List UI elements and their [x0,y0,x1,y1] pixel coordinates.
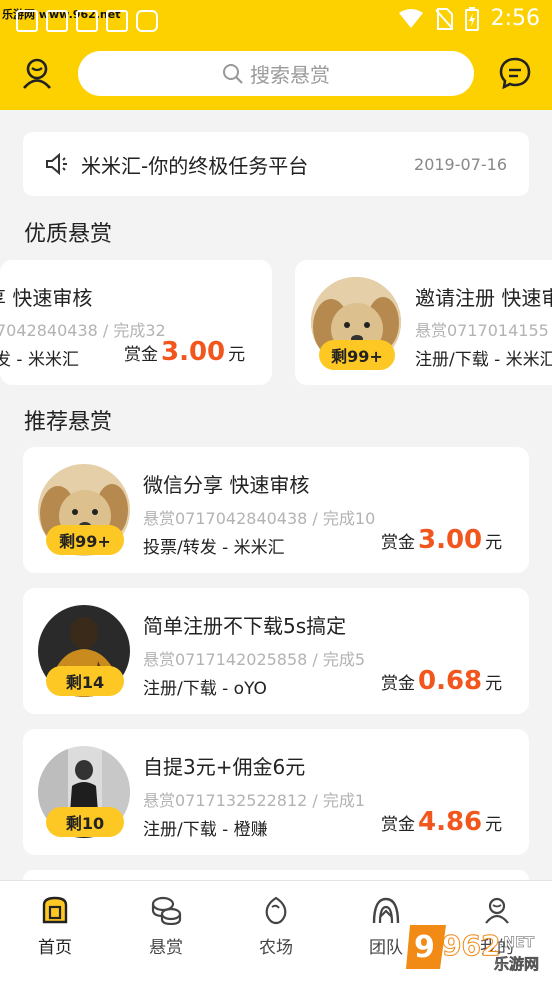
search-input[interactable]: 搜索悬赏 [78,51,474,96]
reward-label: 赏金 [124,345,158,365]
reward-label: 赏金 [381,533,415,553]
reward: 赏金 4.86 元 [381,807,502,837]
task-category: 注册/下载 - oYO [143,679,267,699]
featured-card[interactable]: 享 快速审核 7042840438 / 完成32 发 - 米米汇 赏金 3.00… [0,260,272,385]
notification-icon [76,10,98,32]
task-id: 悬赏0717014155 [415,321,549,340]
svg-text:9: 9 [414,930,435,965]
reward-amount: 3.00 [418,525,483,555]
status-time: 2:56 [490,6,540,31]
task-card[interactable]: 剩99+ 微信分享 快速审核 悬赏0717042840438 / 完成10 投票… [23,447,529,573]
speaker-icon [46,153,67,175]
task-category: 注册/下载 - 米米汇 [415,350,552,370]
watermark-logo: 9 962 .NET 乐游网 [406,925,539,973]
featured-card[interactable]: 剩99+ 邀请注册 快速审 悬赏0717014155 注册/下载 - 米米汇 [295,260,552,385]
notice-bar[interactable]: 米米汇-你的终极任务平台 2019-07-16 [23,132,529,196]
reward: 赏金 0.68 元 [381,666,502,696]
task-title: 享 快速审核 [0,286,93,310]
recommended-section-title: 推荐悬赏 [24,410,113,435]
reward: 赏金 3.00 元 [381,525,502,555]
coins-icon [151,896,182,926]
watermark-domain: .NET [498,935,535,951]
reward-unit: 元 [485,533,503,553]
watermark-brand: 962 [442,929,500,962]
task-id: 悬赏0717042840438 / 完成10 [143,509,376,528]
tab-label: 首页 [38,938,72,958]
task-category: 注册/下载 - 橙赚 [143,820,268,840]
reward: 赏金 3.00 元 [124,337,245,367]
home-icon [42,896,68,924]
reward-label: 赏金 [381,815,415,835]
status-bar: 乐游网 www.962.net 2:56 [0,0,552,40]
bottom-tab-bar: 首页 悬赏 农场 团队 我的 9 962 .NET 乐游网 [0,880,552,981]
remaining-badge: 剩10 [46,807,124,837]
no-sim-icon [434,7,453,30]
reward-unit: 元 [485,815,503,835]
task-title: 简单注册不下载5s搞定 [143,614,347,638]
user-icon[interactable] [19,55,55,91]
status-right: 2:56 [398,6,540,31]
tab-home[interactable]: 首页 [15,895,95,958]
task-category: 投票/转发 - 米米汇 [143,538,285,558]
tab-farm[interactable]: 农场 [236,895,316,958]
task-card[interactable]: 剩10 自提3元+佣金6元 悬赏0717132522812 / 完成1 注册/下… [23,729,529,855]
task-id: 悬赏0717142025858 / 完成5 [143,650,366,669]
featured-section-title: 优质悬赏 [24,222,113,247]
reward-amount: 4.86 [418,807,483,837]
task-id: 悬赏0717132522812 / 完成1 [143,791,366,810]
tab-bounty[interactable]: 悬赏 [126,895,206,958]
task-category: 发 - 米米汇 [0,350,79,370]
reward-unit: 元 [485,674,503,694]
notice-text: 米米汇-你的终极任务平台 [81,153,309,178]
tab-label: 农场 [259,938,293,958]
task-title: 微信分享 快速审核 [143,473,310,497]
reward-amount: 3.00 [161,337,226,367]
reward-unit: 元 [228,345,246,365]
notification-icons [16,10,158,32]
task-title: 自提3元+佣金6元 [143,755,306,779]
seed-icon [265,896,287,925]
remaining-badge: 剩14 [46,666,124,696]
search-placeholder: 搜索悬赏 [250,63,330,87]
remaining-badge: 剩99+ [319,340,395,370]
tab-label: 悬赏 [149,938,183,958]
message-icon[interactable] [497,55,533,91]
notice-date: 2019-07-16 [414,154,507,174]
notification-icon [106,10,128,32]
task-card[interactable]: 剩14 简单注册不下载5s搞定 悬赏0717142025858 / 完成5 注册… [23,588,529,714]
notification-icon [16,10,38,32]
task-title: 邀请注册 快速审 [415,286,552,310]
team-icon [372,897,400,924]
reward-label: 赏金 [381,674,415,694]
reward-amount: 0.68 [418,666,483,696]
notification-icon [46,10,68,32]
watermark-site: 乐游网 [494,955,539,973]
wifi-icon [398,8,423,28]
search-icon [223,63,243,84]
battery-icon [464,6,479,31]
shopping-bag-icon [136,10,158,32]
remaining-badge: 剩99+ [46,525,124,555]
app-header: 乐游网 www.962.net 2:56 搜索悬赏 [0,0,552,110]
